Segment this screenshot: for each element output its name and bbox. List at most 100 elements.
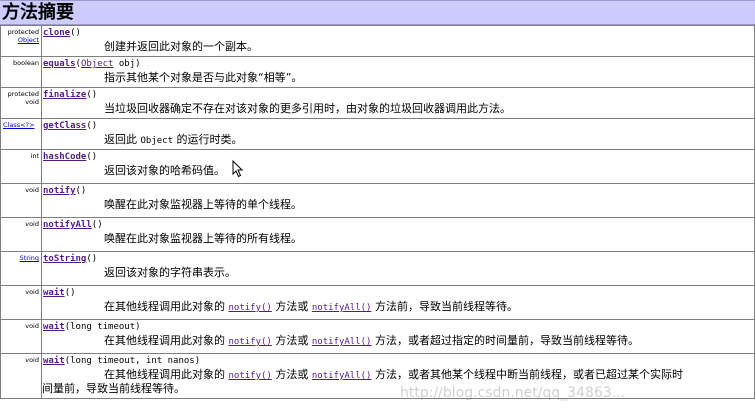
mouse-cursor-icon <box>232 160 244 178</box>
method-params: obj) <box>113 59 141 69</box>
type-link[interactable]: Object <box>18 36 39 44</box>
return-type-cell: void <box>0 183 42 218</box>
method-params: () <box>86 121 98 131</box>
return-type-cell: void <box>0 319 42 354</box>
method-link-wait[interactable]: wait <box>43 288 65 298</box>
type-link[interactable]: Class<?> <box>3 121 34 129</box>
method-cell: wait(long timeout) 在其他线程调用此对象的 notify() … <box>41 319 755 354</box>
method-link-notify[interactable]: notify <box>43 186 76 196</box>
table-row: protected void finalize() 当垃圾回收器确定不存在对该对… <box>0 87 755 119</box>
type-modifier: void <box>25 220 39 228</box>
method-description: 返回该对象的哈希码值。 <box>104 164 225 177</box>
method-summary-header: 方法摘要 <box>0 0 755 25</box>
notify-link[interactable]: notify() <box>229 303 272 313</box>
return-type-cell: void <box>0 285 42 320</box>
table-row: void wait(long timeout) 在其他线程调用此对象的 noti… <box>0 319 755 354</box>
description-text: 在其他线程调用此对象的 <box>104 300 229 313</box>
description-text: 方法或 <box>271 300 312 313</box>
method-cell: equals(Object obj) 指示其他某个对象是否与此对象“相等”。 <box>41 56 755 88</box>
method-cell: hashCode() 返回该对象的哈希码值。 <box>41 149 755 184</box>
type-link[interactable]: String <box>20 254 39 262</box>
return-type-cell: boolean <box>0 56 42 88</box>
method-params: () <box>86 90 98 100</box>
return-type-cell: void <box>0 217 42 252</box>
description-code: Object <box>140 136 174 146</box>
method-description: 在其他线程调用此对象的 notify() 方法或 notifyAll() 方法，… <box>104 368 683 383</box>
method-description: 指示其他某个对象是否与此对象“相等”。 <box>104 71 303 84</box>
method-description: 返回该对象的字符串表示。 <box>104 266 236 279</box>
method-cell: finalize() 当垃圾回收器确定不存在对该对象的更多引用时，由对象的垃圾回… <box>41 87 755 119</box>
method-params: () <box>91 220 103 230</box>
method-link-tostring[interactable]: toString <box>43 254 86 264</box>
table-row: void wait(long timeout, int nanos) 在其他线程… <box>0 353 755 399</box>
return-type-cell: Class<?> <box>0 118 42 150</box>
description-text: 的运行时类。 <box>173 133 243 146</box>
method-description: 在其他线程调用此对象的 notify() 方法或 notifyAll() 方法前… <box>104 300 518 315</box>
method-cell: notify() 唤醒在此对象监视器上等待的单个线程。 <box>41 183 755 218</box>
method-description: 当垃圾回收器确定不存在对该对象的更多引用时，由对象的垃圾回收器调用此方法。 <box>104 102 511 115</box>
method-cell: wait() 在其他线程调用此对象的 notify() 方法或 notifyAl… <box>41 285 755 320</box>
method-cell: getClass() 返回此 Object 的运行时类。 <box>41 118 755 150</box>
param-type-link[interactable]: Object <box>81 59 114 69</box>
table-row: void wait() 在其他线程调用此对象的 notify() 方法或 not… <box>0 285 755 320</box>
notifyall-link[interactable]: notifyAll() <box>312 337 372 347</box>
method-cell: toString() 返回该对象的字符串表示。 <box>41 251 755 286</box>
method-link-wait-timeout-nanos[interactable]: wait <box>43 356 65 366</box>
method-params: () <box>86 152 98 162</box>
description-text: 在其他线程调用此对象的 <box>104 368 229 381</box>
method-link-equals[interactable]: equals <box>43 59 76 69</box>
method-description: 返回此 Object 的运行时类。 <box>104 133 243 148</box>
page-title: 方法摘要 <box>2 2 74 23</box>
notify-link[interactable]: notify() <box>229 371 272 381</box>
type-modifier: void <box>25 186 39 194</box>
method-description: 在其他线程调用此对象的 notify() 方法或 notifyAll() 方法，… <box>104 334 639 349</box>
type-modifier: void <box>25 288 39 296</box>
return-type-cell: int <box>0 149 42 184</box>
method-link-wait-timeout[interactable]: wait <box>43 322 65 332</box>
table-row: boolean equals(Object obj) 指示其他某个对象是否与此对… <box>0 56 755 88</box>
type-modifier: boolean <box>13 59 39 67</box>
description-text: 方法前，导致当前线程等待。 <box>371 300 518 313</box>
notify-link[interactable]: notify() <box>229 337 272 347</box>
method-params: (long timeout, int nanos) <box>64 356 201 366</box>
table-row: void notify() 唤醒在此对象监视器上等待的单个线程。 <box>0 183 755 218</box>
description-text: 在其他线程调用此对象的 <box>104 334 229 347</box>
method-link-getclass[interactable]: getClass <box>43 121 86 131</box>
description-text: 方法或 <box>271 368 312 381</box>
type-modifier: void <box>25 356 39 364</box>
description-text: 方法，或者其他某个线程中断当前线程，或者已超过某个实际时 <box>371 368 683 381</box>
method-description: 唤醒在此对象监视器上等待的所有线程。 <box>104 232 302 245</box>
method-params: () <box>70 28 81 38</box>
method-description: 唤醒在此对象监视器上等待的单个线程。 <box>104 198 302 211</box>
method-cell: notifyAll() 唤醒在此对象监视器上等待的所有线程。 <box>41 217 755 252</box>
notifyall-link[interactable]: notifyAll() <box>312 371 372 381</box>
table-row: protected Object clone() 创建并返回此对象的一个副本。 <box>0 25 755 57</box>
method-cell: clone() 创建并返回此对象的一个副本。 <box>41 25 755 57</box>
table-row: Class<?> getClass() 返回此 Object 的运行时类。 <box>0 118 755 150</box>
table-row: void notifyAll() 唤醒在此对象监视器上等待的所有线程。 <box>0 217 755 252</box>
return-type-cell: protected void <box>0 87 42 119</box>
return-type-cell: protected Object <box>0 25 42 57</box>
description-text: 方法或 <box>271 334 312 347</box>
return-type-cell: void <box>0 353 42 399</box>
table-row: String toString() 返回该对象的字符串表示。 <box>0 251 755 286</box>
method-cell: wait(long timeout, int nanos) 在其他线程调用此对象… <box>41 353 755 399</box>
method-description: 创建并返回此对象的一个副本。 <box>104 40 258 53</box>
watermark-text: http://blog.csdn.net/qq_34863... <box>400 385 626 401</box>
method-summary-table: protected Object clone() 创建并返回此对象的一个副本。 … <box>0 25 755 399</box>
method-params: (long timeout) <box>64 322 141 332</box>
method-params: () <box>75 186 87 196</box>
method-link-notifyall[interactable]: notifyAll <box>43 220 92 230</box>
notifyall-link[interactable]: notifyAll() <box>312 303 372 313</box>
method-params: () <box>86 254 98 264</box>
return-type-cell: String <box>0 251 42 286</box>
description-text: 方法，或者超过指定的时间量前，导致当前线程等待。 <box>371 334 639 347</box>
type-modifier: void <box>25 98 39 106</box>
method-link-clone[interactable]: clone <box>43 28 70 38</box>
type-modifier: protected <box>7 28 39 36</box>
description-text: 返回此 <box>104 133 141 146</box>
method-params: () <box>64 288 76 298</box>
method-link-hashcode[interactable]: hashCode <box>43 152 86 162</box>
method-link-finalize[interactable]: finalize <box>43 90 86 100</box>
type-modifier: int <box>30 152 39 160</box>
